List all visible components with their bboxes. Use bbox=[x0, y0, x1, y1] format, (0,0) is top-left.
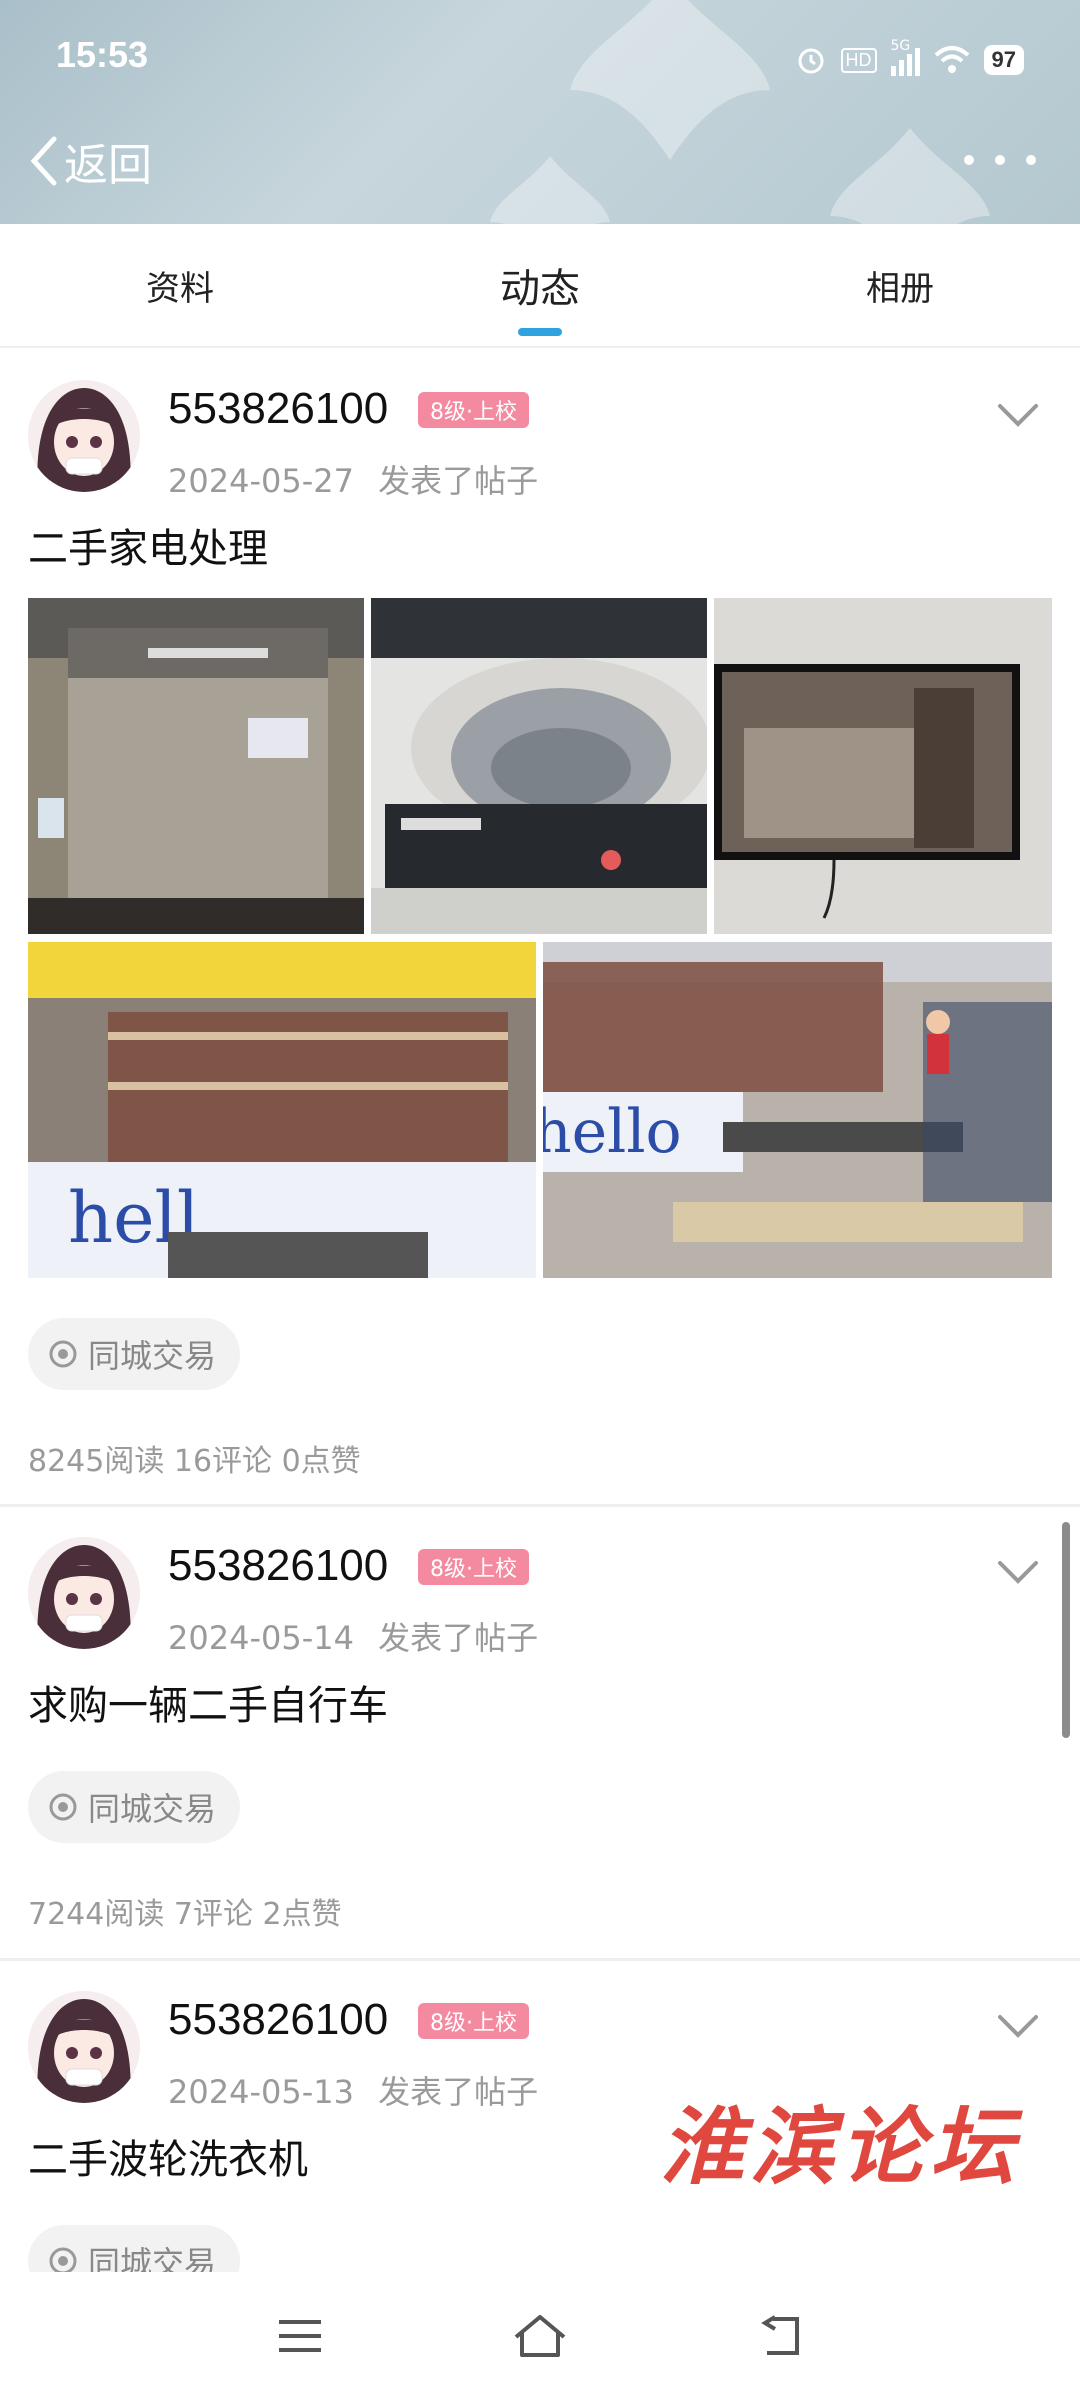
avatar-image bbox=[28, 1991, 140, 2103]
profile-header: 15:53 HD 5G 97 返回 bbox=[0, 0, 1080, 224]
post-photo[interactable]: hell bbox=[28, 942, 536, 1278]
tab-album[interactable]: 相册 bbox=[720, 224, 1080, 346]
post-stats: 8245阅读 16评论 0点赞 bbox=[28, 1444, 361, 1479]
status-bar: 15:53 HD 5G 97 bbox=[0, 0, 1080, 120]
more-dots-icon bbox=[964, 155, 974, 165]
leaf-decoration bbox=[490, 156, 610, 224]
status-time: 15:53 bbox=[56, 34, 149, 75]
back-label: 返回 bbox=[64, 140, 152, 191]
post-photo[interactable] bbox=[714, 598, 1052, 934]
topic-tag[interactable]: 同城交易 bbox=[28, 1318, 241, 1390]
chevron-down-icon[interactable] bbox=[996, 400, 1040, 430]
avatar-image bbox=[28, 380, 140, 492]
avatar-image bbox=[28, 1537, 140, 1649]
post-stats: 7244阅读 7评论 2点赞 bbox=[28, 1897, 342, 1932]
signal-icon: 5G bbox=[890, 38, 920, 76]
post-action: 发表了帖子 bbox=[378, 1619, 539, 1657]
level-badge: 8级·上校 bbox=[418, 2003, 529, 2039]
wall-tv-image bbox=[714, 598, 1052, 934]
post-meta: 2024-05-14 发表了帖子 bbox=[168, 1613, 538, 1659]
post-date: 2024-05-27 bbox=[168, 462, 354, 500]
back-nav-button[interactable] bbox=[752, 2308, 812, 2364]
post-title[interactable]: 求购一辆二手自行车 bbox=[28, 1673, 388, 1731]
menu-button[interactable] bbox=[270, 2308, 330, 2364]
post-card[interactable]: 553826100 8级·上校 2024-05-27 发表了帖子 二手家电处理 bbox=[0, 350, 1080, 1502]
system-nav-bar bbox=[0, 2272, 1080, 2400]
tag-label: 同城交易 bbox=[88, 1337, 217, 1375]
post-action: 发表了帖子 bbox=[378, 462, 539, 500]
username[interactable]: 553826100 bbox=[168, 384, 388, 434]
topic-tag[interactable]: 同城交易 bbox=[28, 1771, 241, 1843]
back-icon bbox=[761, 2315, 799, 2355]
network-type: 5G bbox=[890, 38, 911, 54]
post-title[interactable]: 二手家电处理 bbox=[28, 516, 268, 574]
post-card[interactable]: 553826100 8级·上校 2024-05-14 发表了帖子 求购一辆二手自… bbox=[0, 1507, 1080, 1957]
target-icon bbox=[49, 1793, 77, 1821]
wifi-icon bbox=[934, 46, 969, 73]
alarm-icon bbox=[798, 48, 824, 74]
post-photo[interactable] bbox=[371, 598, 707, 934]
tab-activity[interactable]: 动态 bbox=[360, 224, 720, 346]
bbq-grill-image: hello bbox=[543, 942, 1052, 1278]
post-title[interactable]: 二手波轮洗衣机 bbox=[28, 2127, 308, 2185]
avatar[interactable] bbox=[28, 1537, 140, 1649]
post-photo[interactable] bbox=[28, 598, 364, 934]
scrollbar[interactable] bbox=[1062, 1522, 1070, 1738]
bbq-stall-image: hell bbox=[28, 942, 536, 1278]
back-button[interactable]: 返回 bbox=[26, 126, 152, 196]
level-badge: 8级·上校 bbox=[418, 392, 529, 428]
profile-tabs: 资料 动态 相册 bbox=[0, 224, 1080, 348]
hd-icon: HD bbox=[840, 47, 877, 73]
avatar[interactable] bbox=[28, 380, 140, 492]
svg-text:hello: hello bbox=[543, 1097, 682, 1167]
battery-indicator: 97 bbox=[983, 45, 1024, 75]
post-date: 2024-05-14 bbox=[168, 1619, 354, 1657]
post-meta: 2024-05-13 发表了帖子 bbox=[168, 2067, 538, 2113]
post-meta: 2024-05-27 发表了帖子 bbox=[168, 456, 538, 502]
chevron-down-icon[interactable] bbox=[996, 2011, 1040, 2041]
post-action: 发表了帖子 bbox=[378, 2073, 539, 2111]
status-icons: HD 5G 97 bbox=[795, 38, 1024, 80]
chevron-left-icon bbox=[30, 136, 57, 186]
washing-machine-open-image bbox=[371, 598, 707, 934]
level-badge: 8级·上校 bbox=[418, 1549, 529, 1585]
more-button[interactable] bbox=[964, 140, 1036, 180]
post-photo[interactable]: hello bbox=[543, 942, 1052, 1278]
username[interactable]: 553826100 bbox=[168, 1541, 388, 1591]
post-date: 2024-05-13 bbox=[168, 2073, 354, 2111]
forum-watermark: 淮滨论坛 bbox=[660, 2097, 1021, 2196]
active-tab-indicator bbox=[518, 328, 562, 336]
username[interactable]: 553826100 bbox=[168, 1995, 388, 2045]
home-button[interactable] bbox=[510, 2308, 570, 2364]
tag-label: 同城交易 bbox=[88, 1790, 217, 1828]
avatar[interactable] bbox=[28, 1991, 140, 2103]
tab-profile[interactable]: 资料 bbox=[0, 224, 360, 346]
home-icon bbox=[514, 2315, 566, 2357]
chevron-down-icon[interactable] bbox=[996, 1557, 1040, 1587]
washing-machine-image bbox=[28, 598, 364, 934]
menu-icon bbox=[279, 2320, 321, 2352]
target-icon bbox=[49, 1340, 77, 1368]
